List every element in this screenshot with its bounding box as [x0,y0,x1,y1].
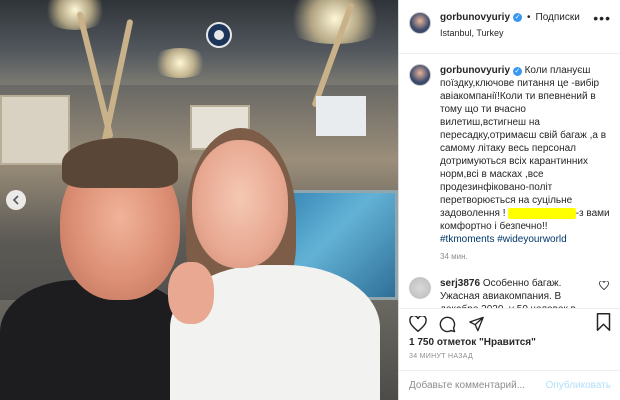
likes-count[interactable]: 1 750 отметок "Нравится" [409,337,611,348]
avatar[interactable] [409,64,431,86]
like-heart-icon[interactable] [409,316,427,332]
caption-username[interactable]: gorbunovyuriy [440,65,510,76]
separator-dot: • [527,12,531,23]
highlighted-mention[interactable]: Turkish Airlines [508,208,576,219]
posted-time[interactable]: 34 МИНУТ НАЗАД [409,353,611,360]
airline-logo [206,22,232,48]
share-send-icon[interactable] [468,316,485,332]
comment-item: serj3876 Особенно багаж. Ужасная авиаком… [409,277,611,308]
bookmark-icon[interactable] [596,313,611,334]
avatar[interactable] [409,277,431,299]
verified-badge-icon: ✓ [513,13,523,22]
comment-composer: Опубликовать [399,370,620,400]
comment-like-icon[interactable] [599,280,609,293]
verified-badge-icon: ✓ [512,67,522,76]
caption-hashtags[interactable]: #tkmoments #wideyourworld [440,233,611,246]
woman-hand [168,262,214,324]
comment-username[interactable]: serj3876 [440,278,480,289]
caption-body: Коли плануєш поїздку,ключове питання це … [440,65,607,219]
publish-button[interactable]: Опубликовать [546,380,611,391]
caption: gorbunovyuriy ✓ Коли плануєш поїздку,клю… [409,64,611,263]
following-button[interactable]: Подписки [536,12,580,23]
shop-sign [316,96,366,136]
comment-bubble-icon[interactable] [439,316,456,333]
chevron-left-icon [12,195,19,205]
likes-label: отметок "Нравится" [436,337,536,348]
comments-scroll[interactable]: gorbunovyuriy ✓ Коли плануєш поїздку,клю… [399,54,620,308]
more-options-icon[interactable]: ••• [593,10,611,26]
comment-text: serj3876 Особенно багаж. Ужасная авиаком… [440,277,602,308]
caption-time: 34 мин. [440,252,468,261]
man-hair [62,138,178,188]
avatar[interactable] [409,12,431,34]
woman-face [192,140,288,268]
location-link[interactable]: Istanbul, Turkey [440,28,580,38]
ceiling-light [150,48,210,78]
username-link[interactable]: gorbunovyuriy [440,12,510,23]
carousel-prev-button[interactable] [6,190,26,210]
shopfront [0,95,70,165]
post-header: gorbunovyuriy ✓ • Подписки Istanbul, Tur… [399,0,620,54]
likes-number: 1 750 [409,337,435,348]
post-photo[interactable] [0,0,398,400]
man-jacket [0,280,190,400]
post-side-panel: gorbunovyuriy ✓ • Подписки Istanbul, Tur… [398,0,620,400]
comment-input[interactable] [409,380,546,391]
caption-text: gorbunovyuriy ✓ Коли плануєш поїздку,клю… [440,64,611,263]
